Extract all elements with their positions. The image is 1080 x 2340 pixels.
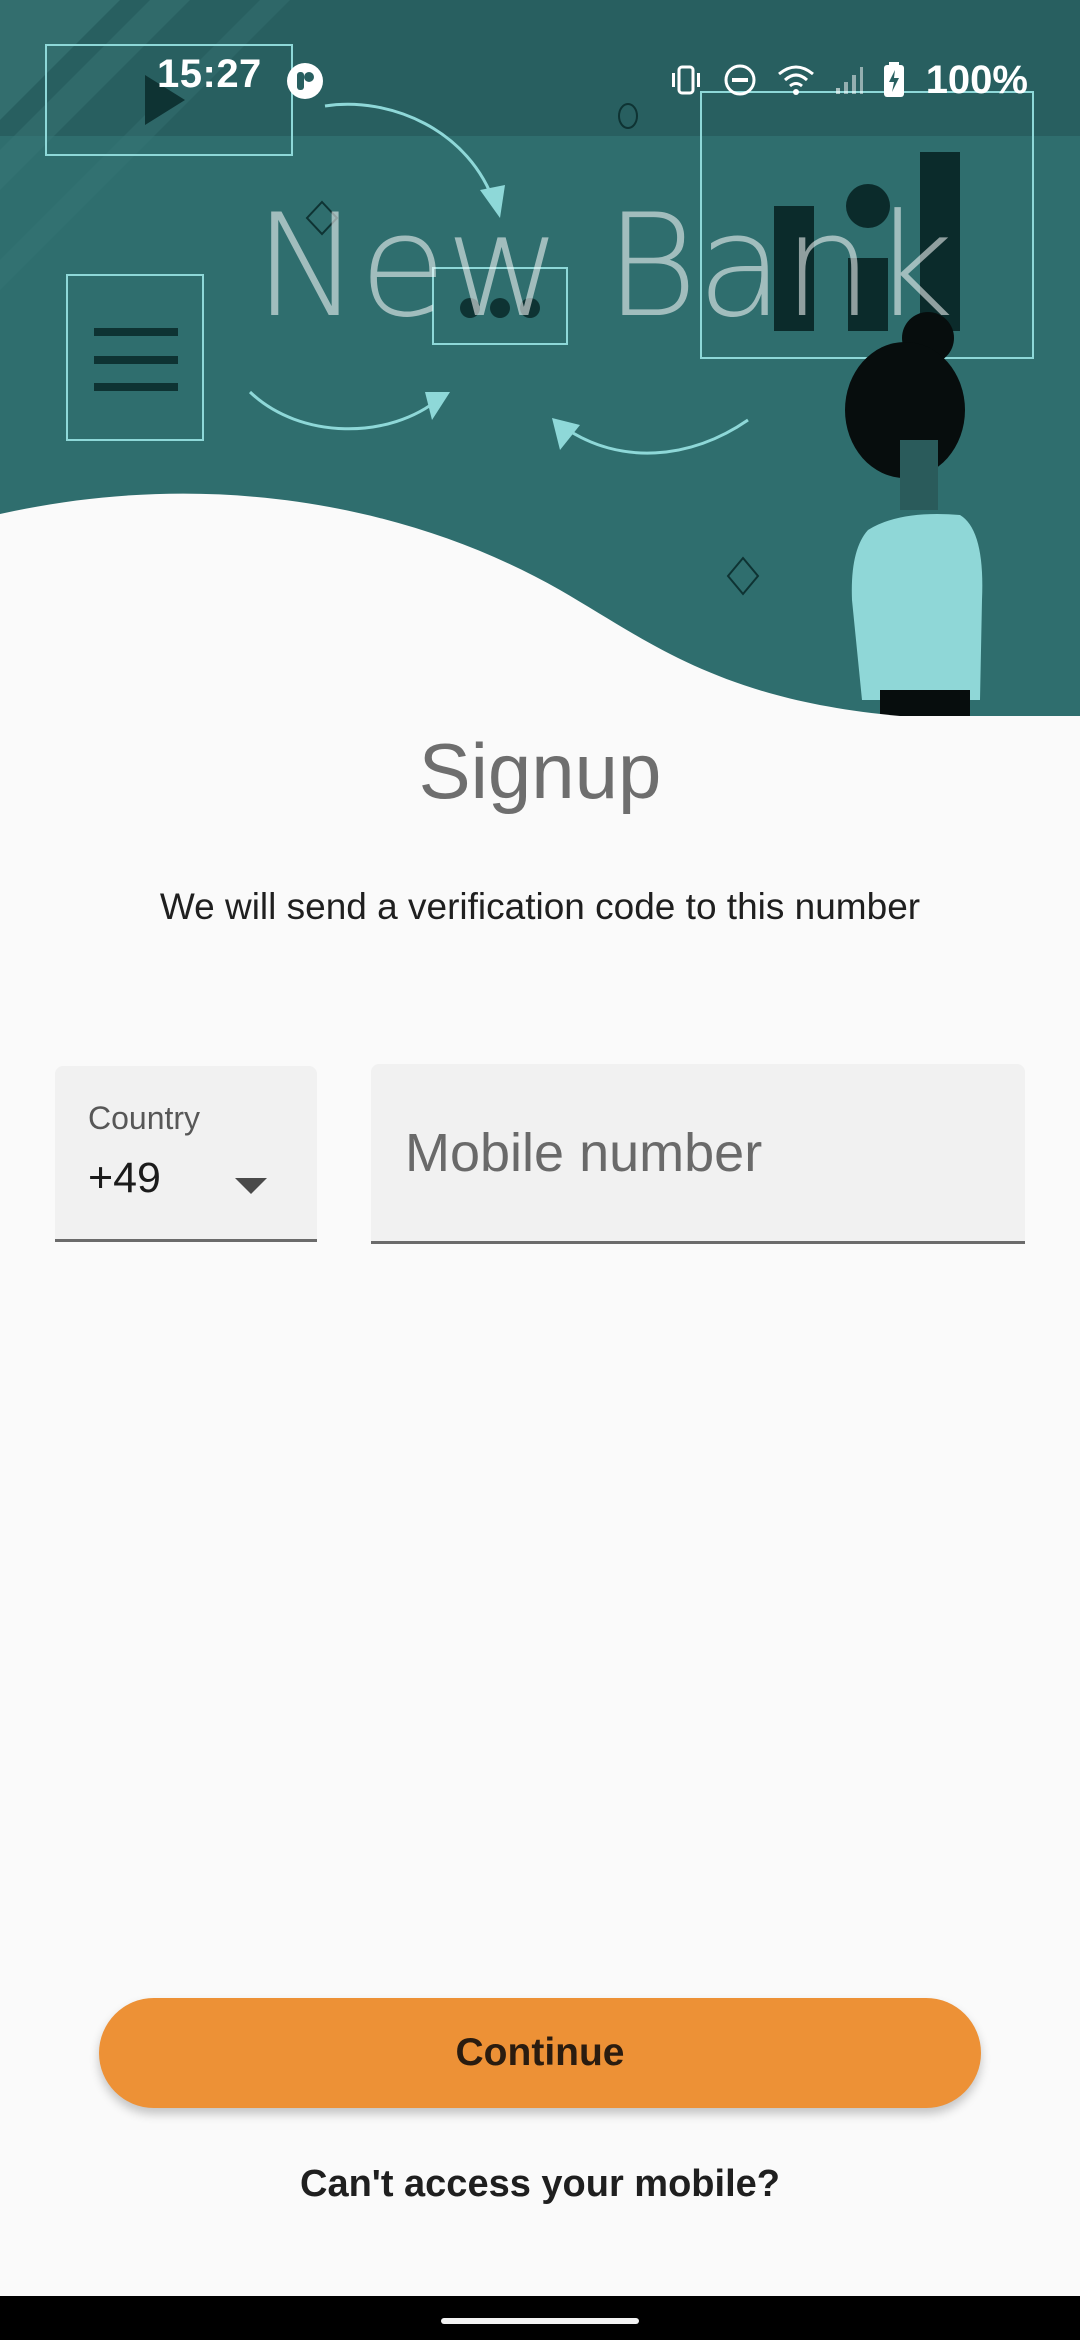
cant-access-mobile-link[interactable]: Can't access your mobile? [0,2163,1080,2206]
country-code-value: +49 [88,1154,161,1202]
continue-button[interactable]: Continue [99,1998,981,2108]
battery-charging-icon [883,62,904,97]
status-icons: 100% [668,56,1028,104]
do-not-disturb-icon [724,64,756,96]
brand-title: New Bank [254,184,954,349]
page-title: Signup [418,727,662,815]
mobile-number-input[interactable] [371,1064,1025,1241]
mobile-number-field [371,1064,1025,1244]
dropdown-arrow-icon [235,1178,267,1194]
status-bar: 15:27 100% [0,0,1080,136]
status-time: 15:27 [157,52,262,96]
vibrate-icon [671,65,700,95]
battery-percentage: 100% [925,57,1028,102]
app-notification-icon [287,63,323,99]
home-indicator[interactable] [441,2318,639,2324]
signal-icon [835,67,863,94]
country-code-select[interactable]: Country +49 [55,1066,317,1242]
subtitle: We will send a verification code to this… [159,886,921,927]
wifi-icon [777,65,814,95]
country-label: Country [88,1100,201,1136]
